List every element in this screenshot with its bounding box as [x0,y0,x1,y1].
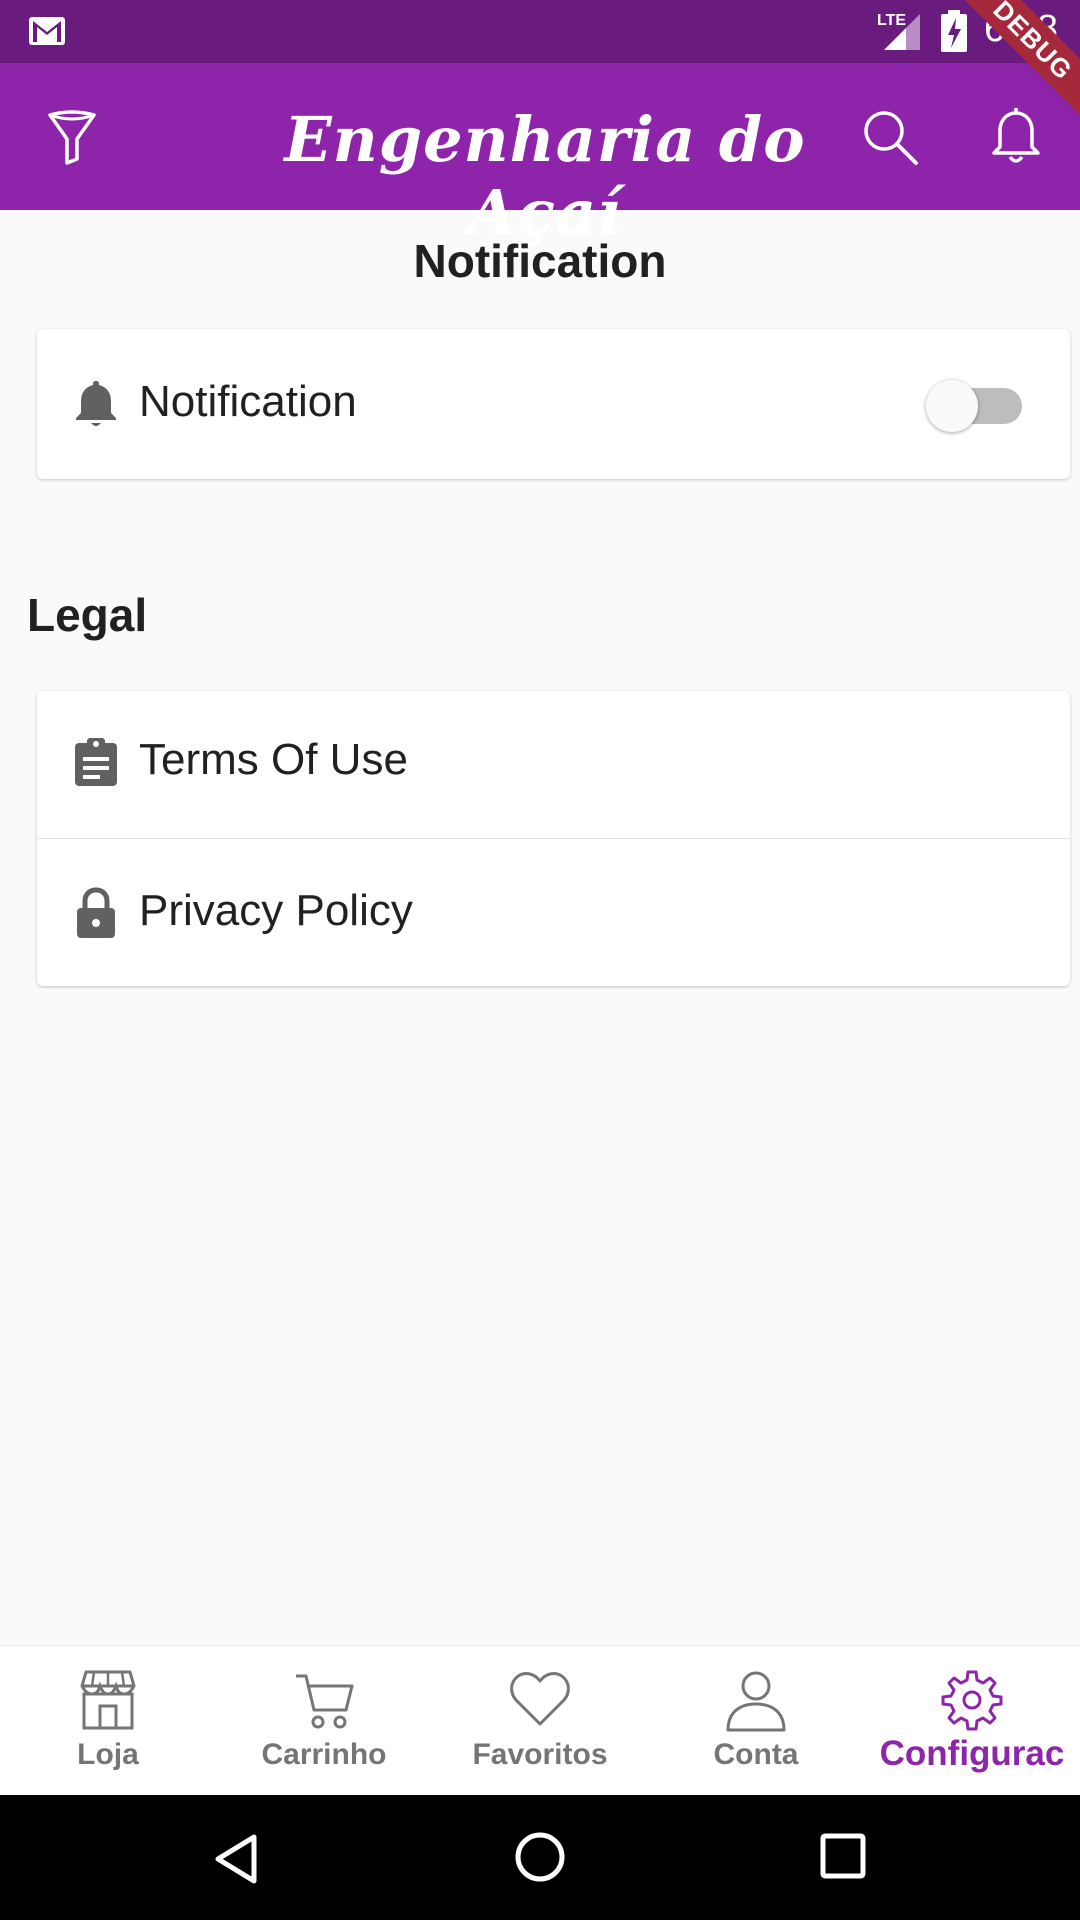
nav-label-configuracoes: Configurac [879,1734,1065,1773]
app-bar: Engenharia do Açaí [0,63,1080,249]
notification-toggle-thumb[interactable] [926,380,978,432]
notification-card: Notification [37,329,1070,479]
legal-section-title: Legal [27,589,148,641]
nav-label-carrinho: Carrinho [261,1738,387,1771]
app-title: Engenharia do Açaí [284,103,806,249]
nav-label-loja: Loja [77,1738,139,1771]
notification-label: Notification [139,377,357,426]
system-nav-bar [0,1795,1080,1920]
filter-icon[interactable] [40,105,104,169]
nav-item-loja[interactable]: Loja [0,1646,216,1796]
gear-icon [941,1670,1003,1731]
nav-item-favoritos[interactable]: Favoritos [432,1646,648,1796]
clipboard-icon [75,738,117,786]
bell-icon[interactable] [984,105,1048,169]
privacy-policy-row[interactable]: Privacy Policy [37,839,1070,986]
search-icon[interactable] [858,105,922,169]
bell-icon [76,381,116,426]
terms-of-use-label: Terms Of Use [139,735,408,784]
store-icon [80,1670,136,1730]
privacy-policy-label: Privacy Policy [139,886,413,935]
nav-item-configuracoes[interactable]: Configurac [864,1646,1080,1796]
lock-icon [77,887,115,938]
nav-item-conta[interactable]: Conta [648,1646,864,1796]
signal-icon [884,14,920,50]
bottom-nav: Loja Carrinho Favoritos Conta Configurac [0,1645,1080,1796]
nav-item-carrinho[interactable]: Carrinho [216,1646,432,1796]
terms-of-use-row[interactable]: Terms Of Use [37,691,1070,838]
recents-icon[interactable] [820,1833,866,1879]
heart-icon [510,1672,570,1726]
notification-section-title: Notification [413,235,667,287]
nav-label-favoritos: Favoritos [472,1738,608,1771]
cart-icon [296,1674,354,1729]
home-icon[interactable] [514,1831,566,1883]
status-bar: LTE 6:58 DEBUG [0,0,1080,129]
person-icon [726,1671,786,1732]
legal-card: Terms Of Use Privacy Policy [37,691,1070,986]
back-icon[interactable] [212,1833,260,1885]
gmail-icon [29,17,65,45]
nav-label-conta: Conta [713,1738,799,1771]
battery-charging-icon [941,10,967,52]
